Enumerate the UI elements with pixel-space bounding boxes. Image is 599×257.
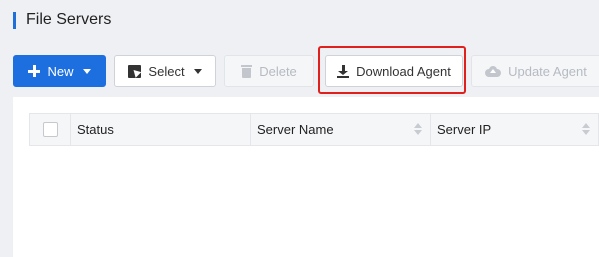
delete-button-label: Delete bbox=[259, 63, 297, 79]
header-checkbox-cell bbox=[30, 114, 71, 145]
update-agent-button[interactable]: Update Agent bbox=[471, 55, 599, 87]
column-header-status[interactable]: Status bbox=[71, 114, 251, 145]
column-header-server-name[interactable]: Server Name bbox=[251, 114, 431, 145]
caret-down-icon bbox=[82, 68, 91, 74]
plus-icon bbox=[28, 65, 41, 77]
table-header: Status Server Name Server IP bbox=[29, 113, 599, 146]
sort-icon[interactable] bbox=[582, 123, 590, 136]
select-button[interactable]: Select bbox=[114, 55, 216, 87]
column-header-server-ip[interactable]: Server IP bbox=[431, 114, 598, 145]
column-label: Server IP bbox=[437, 122, 492, 137]
delete-button[interactable]: Delete bbox=[224, 55, 314, 87]
new-button-label: New bbox=[47, 63, 74, 79]
column-label: Status bbox=[77, 122, 114, 137]
update-agent-label: Update Agent bbox=[508, 63, 587, 79]
sort-icon[interactable] bbox=[414, 123, 422, 136]
new-button[interactable]: New bbox=[13, 55, 106, 87]
select-cursor-icon bbox=[128, 64, 142, 78]
cloud-upload-icon bbox=[485, 65, 502, 77]
page-title: File Servers bbox=[26, 11, 112, 28]
download-agent-highlight bbox=[318, 46, 466, 94]
page-header: File Servers bbox=[13, 11, 111, 29]
title-accent-bar bbox=[13, 11, 16, 29]
select-all-checkbox[interactable] bbox=[42, 122, 58, 137]
trash-icon bbox=[241, 64, 253, 78]
select-button-label: Select bbox=[148, 63, 185, 79]
toolbar: New Select Delete Download Agent Update … bbox=[13, 55, 599, 87]
column-label: Server Name bbox=[257, 122, 334, 137]
file-servers-panel: Status Server Name Server IP bbox=[13, 97, 599, 257]
caret-down-icon bbox=[193, 68, 202, 74]
